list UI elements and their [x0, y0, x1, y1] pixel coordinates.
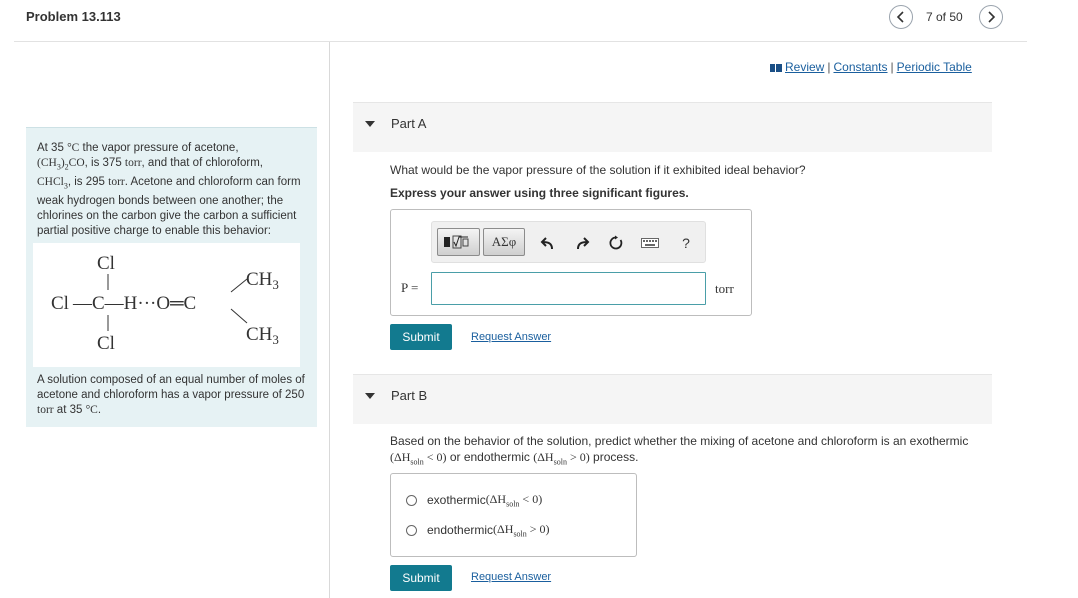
math-toolbar: ΑΣφ ? — [431, 221, 706, 263]
caret-down-icon — [365, 121, 375, 127]
part-a-question: What would be the vapor pressure of the … — [390, 163, 806, 177]
methyl-top-label: CH3 — [246, 269, 279, 292]
part-b-header[interactable]: Part B — [353, 374, 992, 424]
reset-icon[interactable] — [607, 234, 625, 252]
part-a-label: Part A — [391, 116, 427, 131]
chlorine-bottom-label: Cl — [97, 333, 115, 354]
redo-icon[interactable] — [573, 234, 591, 252]
next-problem-button[interactable] — [979, 5, 1003, 29]
methyl-bottom-label: CH3 — [246, 324, 279, 347]
part-b-question: Based on the behavior of the solution, p… — [390, 434, 969, 466]
chevron-left-icon — [896, 11, 904, 23]
intro-text: At 35 °C the vapor pressure of acetone, … — [37, 142, 301, 237]
part-a-header[interactable]: Part A — [353, 102, 992, 152]
problem-intro-panel: At 35 °C the vapor pressure of acetone, … — [26, 127, 317, 427]
review-icon — [770, 63, 782, 72]
chevron-right-icon — [988, 11, 996, 23]
periodic-table-link[interactable]: Periodic Table — [897, 60, 972, 74]
page-indicator: 7 of 50 — [926, 10, 963, 24]
structure-diagram: Cl Cl —C—H···O═C Cl CH3 CH3 — [51, 253, 279, 354]
previous-problem-button[interactable] — [889, 5, 913, 29]
choices-box: exothermic (ΔHsoln < 0) endothermic (ΔHs… — [390, 473, 637, 557]
bond-methyl-bottom — [230, 308, 248, 324]
chlorine-left-label: Cl — [51, 293, 69, 314]
choice-exothermic[interactable]: exothermic (ΔHsoln < 0) — [406, 491, 542, 509]
bond-chain-label: —C—H···O═C — [72, 293, 196, 314]
radio-button[interactable] — [406, 494, 417, 506]
answer-input[interactable] — [431, 272, 706, 305]
column-divider — [329, 42, 330, 598]
hydrogen-bond-structure: Cl Cl —C—H···O═C Cl CH3 CH3 — [33, 243, 300, 367]
templates-icon — [443, 235, 468, 249]
part-b-label: Part B — [391, 388, 428, 403]
templates-button[interactable] — [437, 228, 480, 256]
caret-down-icon — [365, 393, 375, 399]
choice-endothermic[interactable]: endothermic (ΔHsoln > 0) — [406, 521, 550, 539]
constants-link[interactable]: Constants — [833, 60, 887, 74]
symbols-button[interactable]: ΑΣφ — [483, 228, 525, 256]
keyboard-icon[interactable] — [641, 234, 659, 252]
radio-button[interactable] — [406, 524, 417, 536]
review-link[interactable]: Review — [785, 60, 824, 74]
bond-methyl-top — [230, 278, 248, 293]
part-a-instruction: Express your answer using three signific… — [390, 186, 689, 200]
part-b-request-answer-link[interactable]: Request Answer — [471, 571, 551, 583]
chlorine-top-label: Cl — [97, 253, 115, 274]
help-icon[interactable]: ? — [677, 234, 695, 252]
solution-text: A solution composed of an equal number o… — [37, 374, 305, 416]
top-bar: Problem 13.113 7 of 50 — [14, 0, 1027, 42]
unit-label: torr — [715, 281, 734, 296]
variable-label: P = — [401, 280, 419, 295]
part-b-submit-button[interactable]: Submit — [390, 565, 452, 591]
problem-title: Problem 13.113 — [26, 9, 121, 24]
acetone-formula: (CH3)2CO — [37, 156, 85, 172]
chloroform-formula: CHCl3 — [37, 175, 68, 191]
resource-links: Review | Constants | Periodic Table — [770, 60, 972, 74]
part-a-request-answer-link[interactable]: Request Answer — [471, 331, 551, 343]
part-a-submit-button[interactable]: Submit — [390, 324, 452, 350]
undo-icon[interactable] — [539, 234, 557, 252]
answer-box: ΑΣφ ? P = torr — [390, 209, 752, 316]
